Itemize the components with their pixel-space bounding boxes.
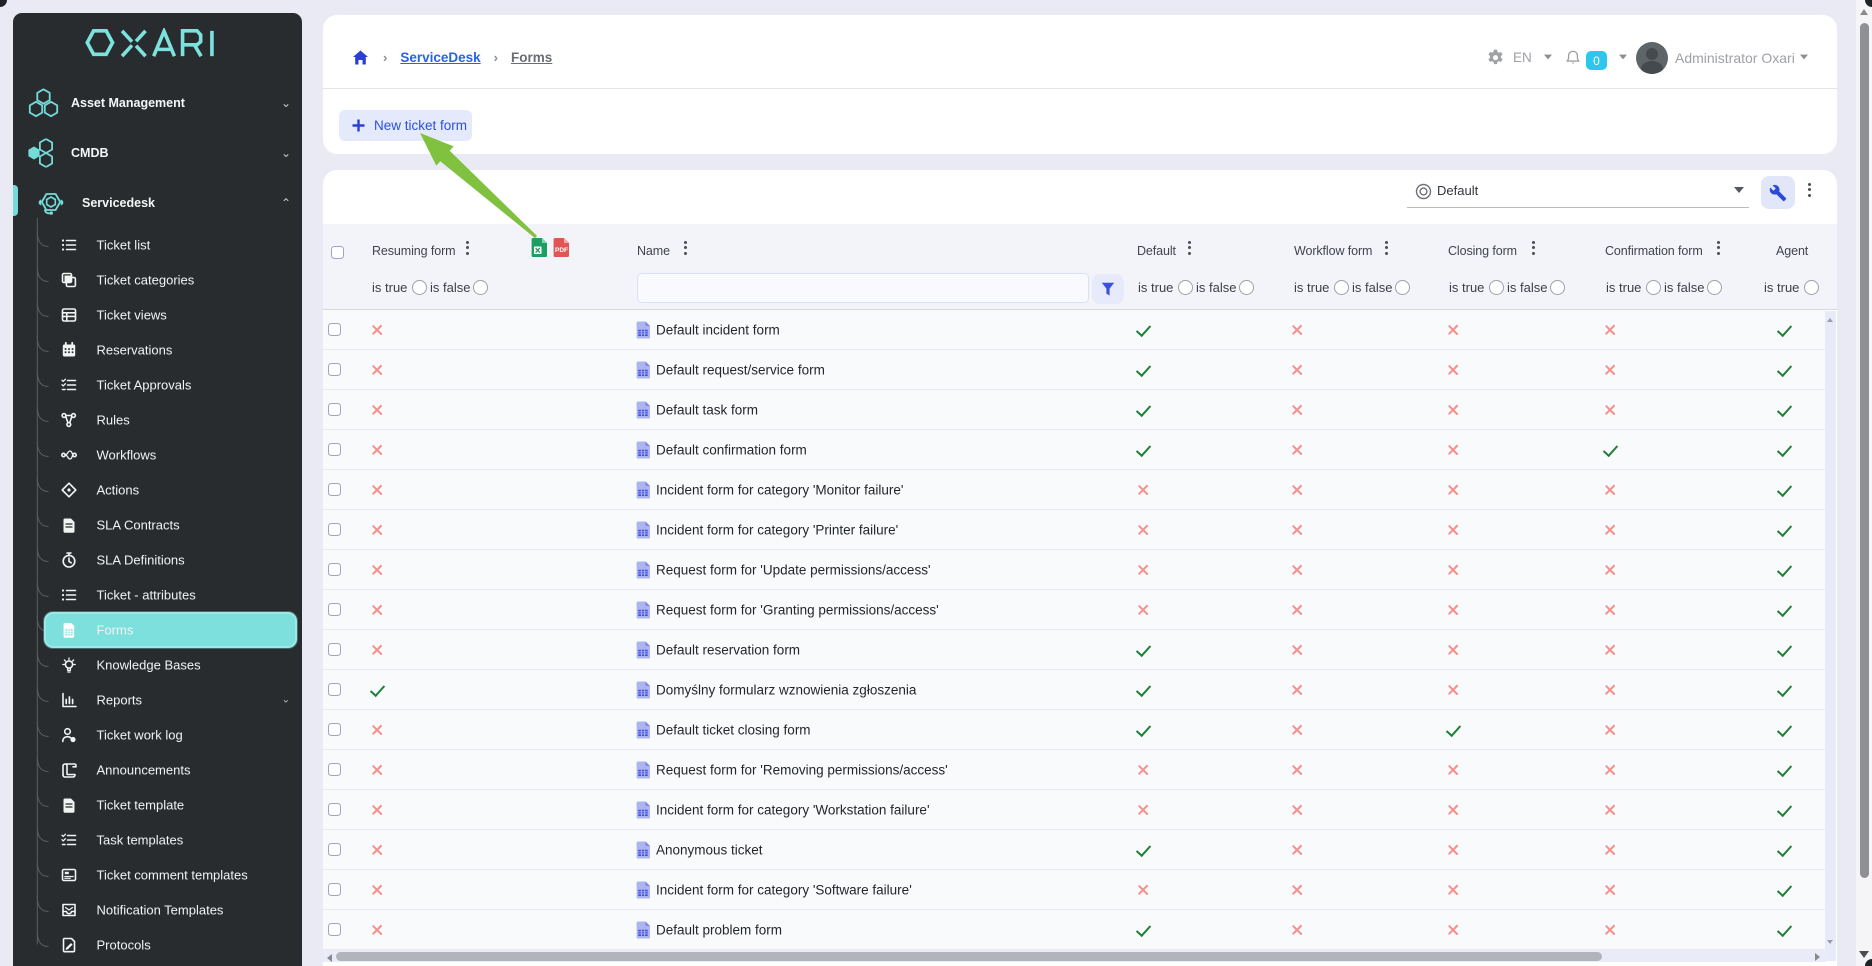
svg-text:PDF: PDF xyxy=(555,247,568,254)
